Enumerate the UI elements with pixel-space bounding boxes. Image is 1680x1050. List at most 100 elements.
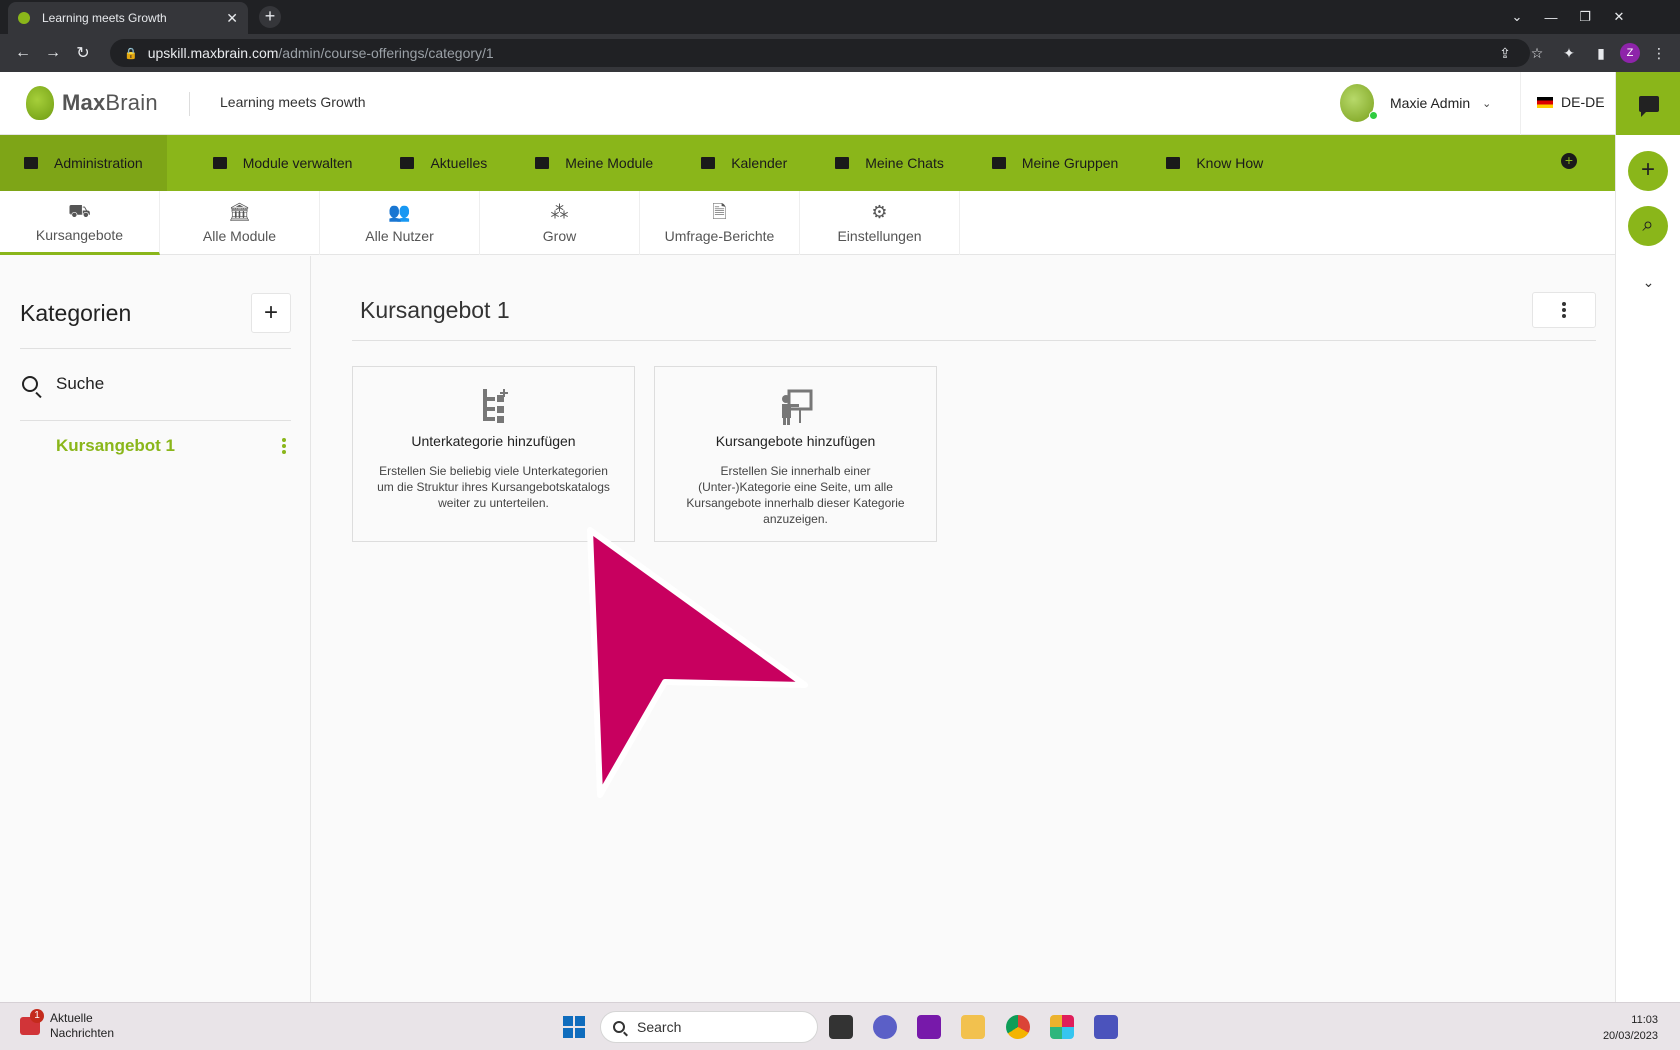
admin-subtabs: ⛟ Kursangebote 🏛 Alle Module 👥 Alle Nutz… xyxy=(0,191,1615,255)
browser-tab-title: Learning meets Growth xyxy=(42,11,167,25)
file-explorer-icon[interactable] xyxy=(961,1015,985,1039)
new-tab-button[interactable]: + xyxy=(259,6,281,28)
nav-item-meine-chats[interactable]: Meine Chats xyxy=(811,135,968,191)
chrome-icon[interactable] xyxy=(1006,1015,1030,1039)
grow-icon: ⁂ xyxy=(550,202,569,222)
nav-item-meine-module[interactable]: Meine Module xyxy=(511,135,677,191)
back-icon[interactable]: ← xyxy=(8,44,38,62)
tab-kursangebote[interactable]: ⛟ Kursangebote xyxy=(0,191,160,255)
tab-grow[interactable]: ⁂ Grow xyxy=(480,191,640,255)
more-options-button[interactable] xyxy=(1532,292,1596,328)
favicon-icon xyxy=(18,12,30,24)
chevron-down-icon[interactable]: ⌄ xyxy=(1616,274,1680,291)
extensions-icon[interactable]: ✦ xyxy=(1556,45,1582,62)
tagline: Learning meets Growth xyxy=(220,94,366,110)
app-header: MaxBrain Learning meets Growth Maxie Adm… xyxy=(0,72,1615,135)
chevron-down-icon: ⌄ xyxy=(1482,97,1492,110)
page-title: Kursangebot 1 xyxy=(360,297,510,323)
address-bar[interactable]: 🔒 upskill.maxbrain.com/admin/course-offe… xyxy=(110,39,1530,67)
close-window-icon[interactable]: ✕ xyxy=(1602,9,1636,25)
nav-item-label: Meine Chats xyxy=(865,155,944,171)
language-selector[interactable]: DE-DE xyxy=(1537,94,1605,110)
tab-search-icon[interactable]: ⌄ xyxy=(1500,9,1534,25)
profile-avatar[interactable]: Z xyxy=(1620,43,1640,63)
category-search[interactable]: Suche xyxy=(22,374,104,394)
nav-item-label: Aktuelles xyxy=(430,155,488,171)
add-button[interactable]: + xyxy=(1628,151,1668,191)
forward-icon[interactable]: → xyxy=(38,44,68,62)
card-title: Kursangebote hinzufügen xyxy=(715,433,876,449)
header-divider xyxy=(189,92,190,116)
tab-label: Grow xyxy=(542,228,577,244)
bookmark-star-icon[interactable]: ☆ xyxy=(1524,45,1550,62)
nav-item-meine-gruppen[interactable]: Meine Gruppen xyxy=(968,135,1143,191)
windows-start-icon[interactable] xyxy=(563,1016,585,1038)
restore-icon[interactable]: ❐ xyxy=(1568,9,1602,25)
browser-tab-bar: Learning meets Growth ✕ + ⌄ — ❐ ✕ xyxy=(0,0,1680,34)
tab-label: Alle Module xyxy=(202,228,277,244)
card-title: Unterkategorie hinzufügen xyxy=(411,433,576,449)
divider xyxy=(20,348,291,349)
system-clock[interactable]: 11:03 20/03/2023 xyxy=(1603,1012,1658,1044)
chat-screen-icon xyxy=(835,157,850,169)
tab-umfrage-berichte[interactable]: 🗎 Umfrage-Berichte xyxy=(640,191,800,255)
main-nav: Administration Module verwalten Aktuelle… xyxy=(0,135,1615,191)
nav-item-administration[interactable]: Administration xyxy=(0,135,167,191)
gears-icon: ⚙ xyxy=(871,202,888,222)
sidebar-title: Kategorien xyxy=(20,300,132,326)
graduation-cap-icon xyxy=(535,157,550,169)
add-course-offerings-card[interactable]: Kursangebote hinzufügen Erstellen Sie in… xyxy=(654,366,937,542)
minimize-icon[interactable]: — xyxy=(1534,10,1568,25)
browser-menu-icon[interactable]: ⋮ xyxy=(1646,45,1672,62)
category-more-icon[interactable] xyxy=(282,438,286,456)
tab-label: Alle Nutzer xyxy=(365,228,434,244)
right-rail: + ⌕ ⌄ xyxy=(1615,72,1680,1002)
nav-item-label: Module verwalten xyxy=(242,155,353,171)
tab-alle-module[interactable]: 🏛 Alle Module xyxy=(160,191,320,255)
language-label: DE-DE xyxy=(1561,94,1605,110)
meet-icon[interactable] xyxy=(873,1015,897,1039)
add-category-button[interactable]: + xyxy=(251,293,291,333)
add-subcategory-card[interactable]: Unterkategorie hinzufügen Erstellen Sie … xyxy=(352,366,635,542)
onenote-icon[interactable] xyxy=(917,1015,941,1039)
close-tab-icon[interactable]: ✕ xyxy=(226,10,238,27)
url-host: upskill.maxbrain.com xyxy=(147,45,279,61)
brain-logo-icon xyxy=(26,86,54,120)
nav-item-kalender[interactable]: Kalender xyxy=(677,135,811,191)
task-view-icon[interactable] xyxy=(829,1015,853,1039)
window-controls: ⌄ — ❐ ✕ xyxy=(1500,0,1636,34)
taskbar-search[interactable]: Search xyxy=(600,1011,818,1043)
side-panel-icon[interactable]: ▮ xyxy=(1588,45,1614,62)
nav-item-module-verwalten[interactable]: Module verwalten xyxy=(167,135,377,191)
share-icon[interactable]: ⇪ xyxy=(1492,45,1518,62)
cursor-arrow-icon xyxy=(587,527,808,798)
toolbar-actions: ⇪ ☆ ✦ ▮ Z ⋮ xyxy=(1492,34,1672,72)
nav-add-icon[interactable]: + xyxy=(1561,153,1577,169)
nav-item-know-how[interactable]: Know How xyxy=(1142,135,1287,191)
tab-alle-nutzer[interactable]: 👥 Alle Nutzer xyxy=(320,191,480,255)
reload-icon[interactable]: ↻ xyxy=(68,43,98,63)
book-icon xyxy=(1166,157,1181,169)
teams-icon[interactable] xyxy=(1094,1015,1118,1039)
tab-einstellungen[interactable]: ⚙ Einstellungen xyxy=(800,191,960,255)
groups-icon xyxy=(991,157,1006,169)
presenter-board-icon xyxy=(779,387,813,425)
user-menu[interactable]: Maxie Admin ⌄ xyxy=(1340,84,1491,122)
nav-item-aktuelles[interactable]: Aktuelles xyxy=(376,135,511,191)
dashboard-icon xyxy=(24,157,38,169)
maxbrain-logo[interactable]: MaxBrain xyxy=(26,86,158,120)
chat-icon xyxy=(1638,95,1659,117)
news-widget[interactable]: 1 Aktuelle Nachrichten xyxy=(20,1009,114,1041)
news-line1: Aktuelle xyxy=(50,1011,93,1025)
search-button[interactable]: ⌕ xyxy=(1628,206,1668,246)
nav-item-label: Meine Gruppen xyxy=(1021,155,1119,171)
browser-tab[interactable]: Learning meets Growth ✕ xyxy=(8,2,248,34)
language-divider xyxy=(1520,72,1521,135)
search-icon xyxy=(22,376,38,392)
chat-button[interactable] xyxy=(1616,72,1680,135)
module-manage-icon xyxy=(212,157,227,169)
slack-icon[interactable] xyxy=(1050,1015,1074,1039)
category-item[interactable]: Kursangebot 1 xyxy=(56,436,175,456)
tab-label: Umfrage-Berichte xyxy=(664,228,775,244)
german-flag-icon xyxy=(1537,96,1553,108)
